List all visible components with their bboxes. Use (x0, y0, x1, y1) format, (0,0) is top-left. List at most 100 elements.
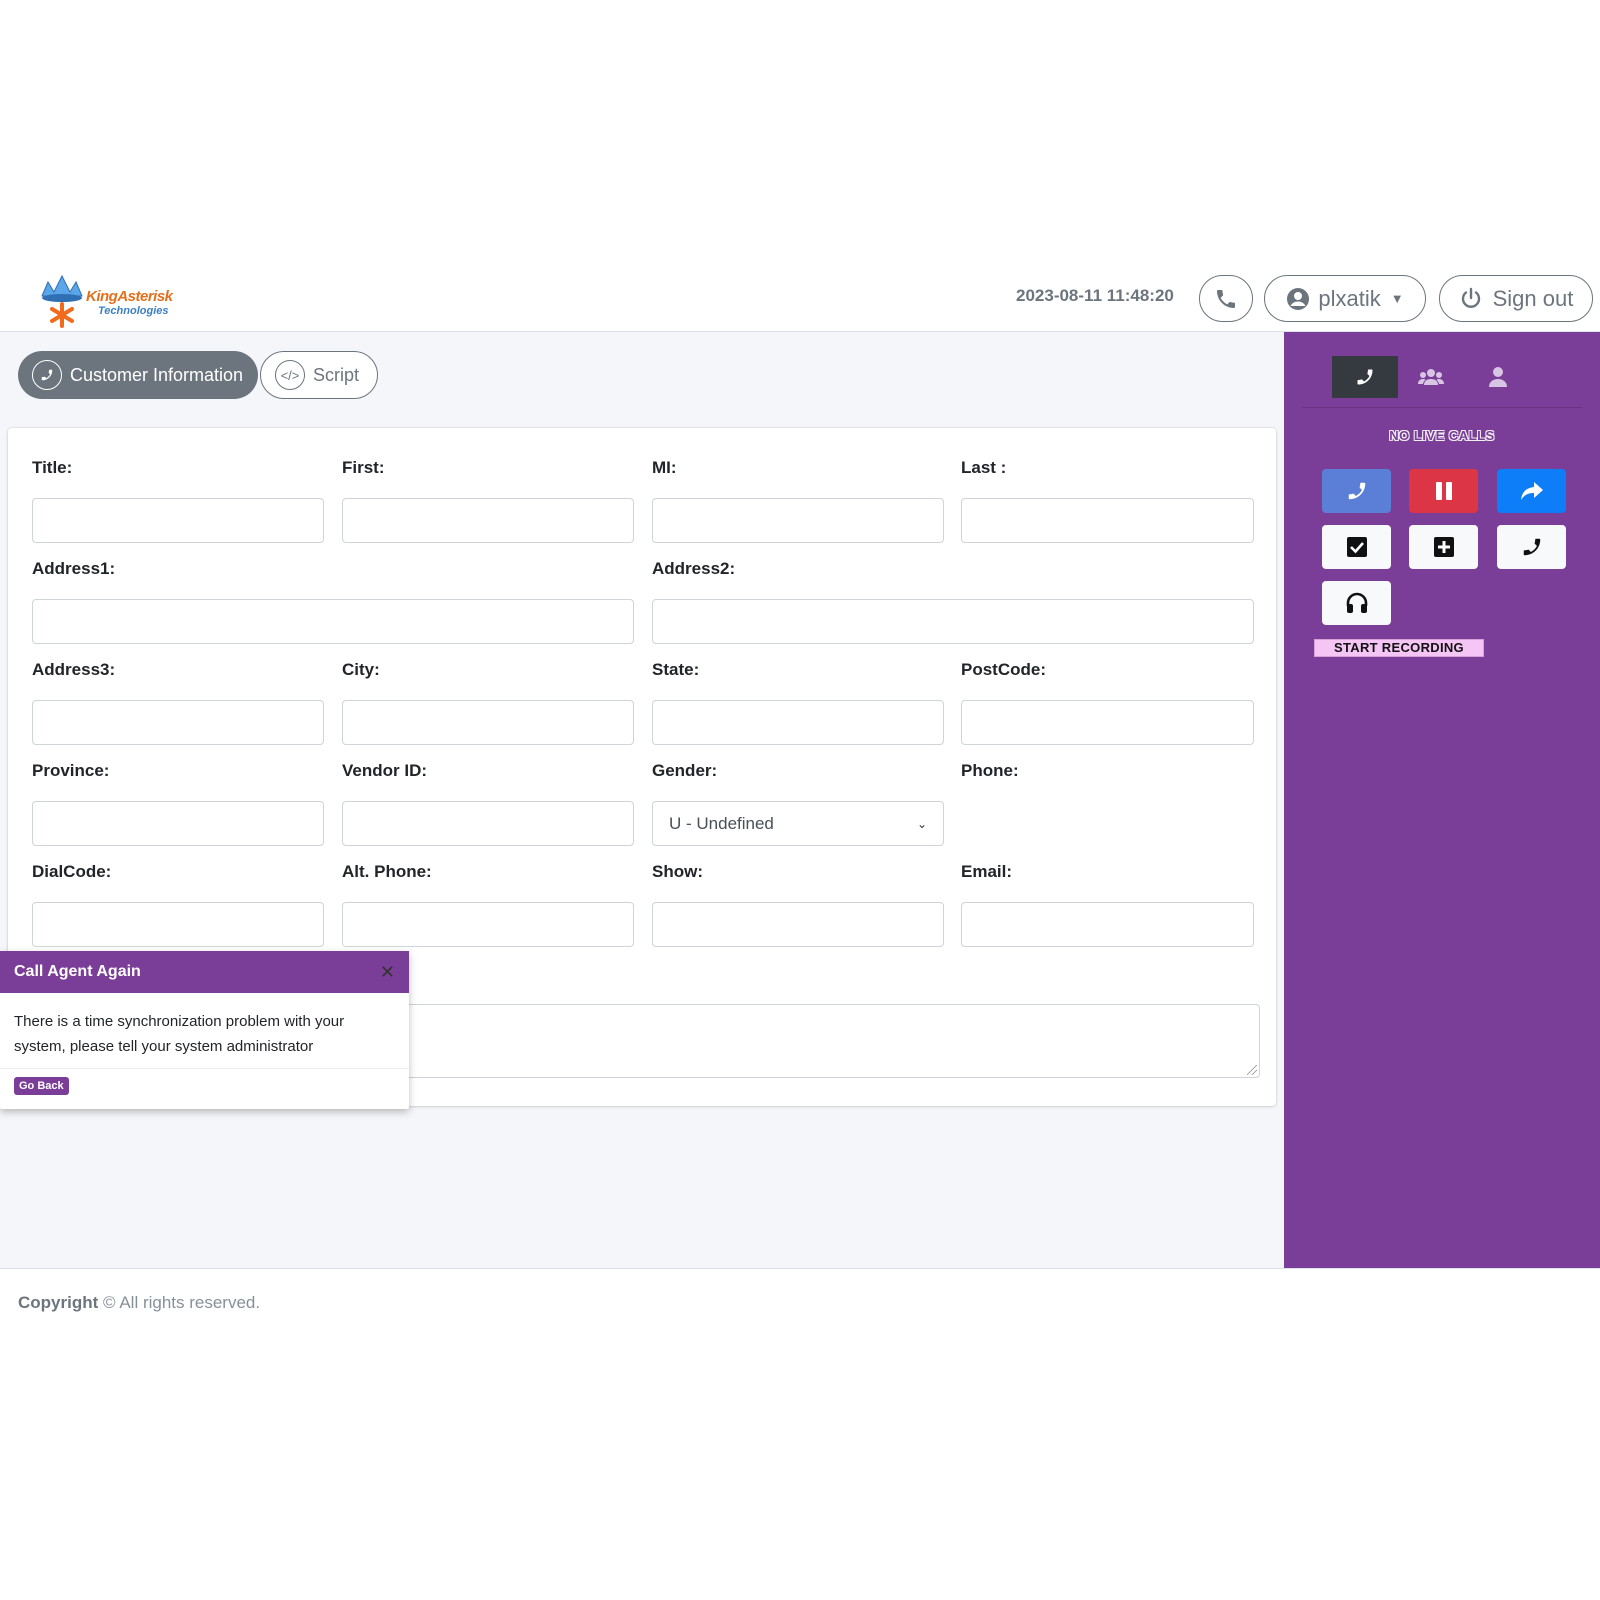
chevron-down-icon: ⌄ (916, 816, 927, 831)
tab-bar: Customer Information </> Script (18, 351, 378, 399)
gender-field-group: Gender: U - Undefined ⌄ (652, 761, 944, 846)
headset-button[interactable] (1322, 581, 1391, 625)
state-field-group: State: (652, 660, 944, 745)
city-field-group: City: (342, 660, 634, 745)
email-label: Email: (961, 862, 1013, 881)
address2-label: Address2: (652, 559, 736, 578)
province-input[interactable] (32, 801, 324, 846)
last-name-input[interactable] (961, 498, 1254, 543)
disposition-button[interactable] (1322, 525, 1391, 569)
postcode-input[interactable] (961, 700, 1254, 745)
state-label: State: (652, 660, 700, 679)
tab-label: Script (313, 364, 360, 385)
tab-label: Customer Information (70, 364, 244, 385)
plus-square-icon (1433, 537, 1454, 557)
dialog-title: Call Agent Again (14, 963, 141, 980)
close-icon[interactable]: ✕ (380, 962, 395, 983)
dialcode-field-group: DialCode: (32, 862, 324, 947)
title-input[interactable] (32, 498, 324, 543)
province-label: Province: (32, 761, 110, 780)
sign-out-label: Sign out (1492, 285, 1574, 311)
last-field-group: Last : (961, 458, 1254, 543)
address3-label: Address3: (32, 660, 116, 679)
gender-label: Gender: (652, 761, 718, 780)
gender-select[interactable]: U - Undefined ⌄ (652, 801, 944, 846)
address1-label: Address1: (32, 559, 116, 578)
email-input[interactable] (961, 902, 1254, 947)
phone-icon (1357, 369, 1373, 385)
phone-icon (1217, 289, 1235, 308)
tab-script[interactable]: </> Script (260, 351, 378, 399)
pause-icon (1435, 482, 1452, 500)
transfer-button[interactable] (1497, 469, 1566, 513)
tab-customer-information[interactable]: Customer Information (18, 351, 258, 399)
alt-phone-input[interactable] (342, 902, 634, 947)
top-header: KingAsterisk Technologies 2023-08-11 11:… (0, 264, 1600, 332)
panel-tab-user[interactable] (1465, 356, 1531, 398)
agent-control-panel: NO LIVE CALLS START RECORDING (1284, 332, 1600, 1268)
address3-field-group: Address3: (32, 660, 324, 745)
vendor-id-label: Vendor ID: (342, 761, 428, 780)
go-back-button[interactable]: Go Back (14, 1077, 69, 1095)
show-label: Show: (652, 862, 703, 881)
check-square-icon (1346, 537, 1367, 557)
manual-dial-button[interactable] (1497, 525, 1566, 569)
phone-icon (1348, 482, 1365, 500)
dialcode-input[interactable] (32, 902, 324, 947)
datetime-display: 2023-08-11 11:48:20 (1016, 286, 1174, 305)
address2-field-group: Address2: (652, 559, 1254, 644)
kingasterisk-logo[interactable]: KingAsterisk Technologies (38, 274, 178, 330)
start-recording-button[interactable]: START RECORDING (1314, 639, 1484, 657)
alt-phone-field-group: Alt. Phone: (342, 862, 634, 947)
show-input[interactable] (652, 902, 944, 947)
user-circle-icon (1287, 287, 1310, 310)
first-field-group: First: (342, 458, 634, 543)
city-input[interactable] (342, 700, 634, 745)
logo-text: KingAsterisk (86, 288, 173, 305)
code-icon: </> (275, 360, 305, 390)
address1-input[interactable] (32, 599, 634, 644)
caret-down-icon: ▼ (1390, 291, 1404, 306)
last-label: Last : (961, 458, 1007, 477)
address2-input[interactable] (652, 599, 1254, 644)
crown-asterisk-logo-icon (41, 274, 83, 328)
copyright-rest: © All rights reserved. (103, 1293, 261, 1312)
panel-tab-users[interactable] (1398, 356, 1464, 398)
resize-grip-icon[interactable] (1247, 1065, 1257, 1075)
username-label: plxatik (1318, 285, 1381, 311)
vendor-id-input[interactable] (342, 801, 634, 846)
mi-label: MI: (652, 458, 677, 477)
copyright-bold: Copyright (18, 1293, 99, 1312)
dialcode-label: DialCode: (32, 862, 112, 881)
copyright-text: Copyright © All rights reserved. (18, 1293, 260, 1313)
sign-out-button[interactable]: Sign out (1439, 275, 1593, 322)
email-field-group: Email: (961, 862, 1254, 947)
phone-label: Phone: (961, 761, 1019, 780)
pause-button[interactable] (1409, 469, 1478, 513)
address3-input[interactable] (32, 700, 324, 745)
middle-initial-input[interactable] (652, 498, 944, 543)
dial-button[interactable] (1322, 469, 1391, 513)
title-label: Title: (32, 458, 73, 477)
vendor-field-group: Vendor ID: (342, 761, 634, 846)
page-footer: Copyright © All rights reserved. (0, 1268, 1600, 1336)
gender-selected-value: U - Undefined (669, 813, 774, 833)
dialog-header: Call Agent Again ✕ (0, 951, 409, 993)
phone-icon (1523, 538, 1540, 556)
title-field-group: Title: (32, 458, 324, 543)
show-field-group: Show: (652, 862, 944, 947)
address1-field-group: Address1: (32, 559, 634, 644)
phone-field-group: Phone: (961, 761, 1254, 787)
add-button[interactable] (1409, 525, 1478, 569)
user-menu-button[interactable]: plxatik ▼ (1264, 275, 1426, 322)
state-input[interactable] (652, 700, 944, 745)
live-call-status: NO LIVE CALLS (1389, 428, 1495, 443)
phone-button[interactable] (1199, 275, 1253, 322)
main-content: Customer Information </> Script Title: F… (0, 332, 1284, 1268)
panel-tab-calls[interactable] (1332, 356, 1398, 398)
first-name-input[interactable] (342, 498, 634, 543)
share-arrow-icon (1520, 482, 1543, 500)
users-icon (1418, 369, 1444, 385)
panel-tab-bar (1302, 356, 1582, 408)
province-field-group: Province: (32, 761, 324, 846)
